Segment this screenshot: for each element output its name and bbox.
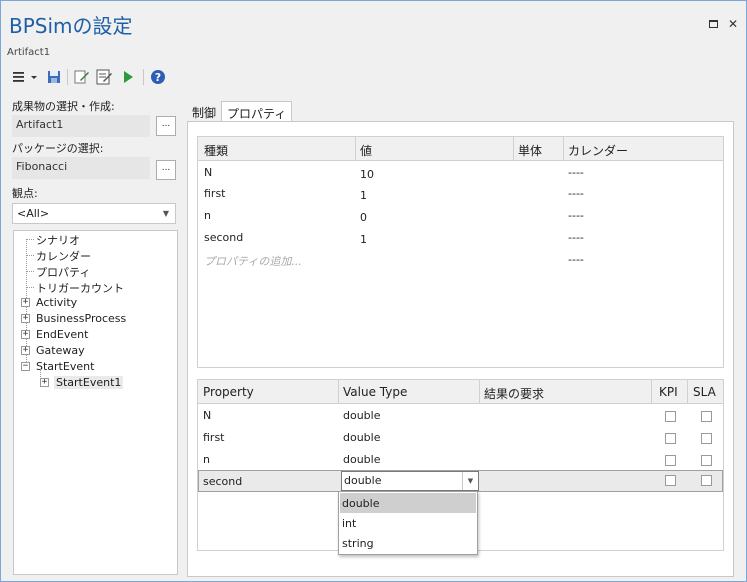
kpi-checkbox[interactable] — [665, 455, 676, 466]
row-property: N — [203, 409, 212, 422]
menu-icon[interactable] — [11, 67, 41, 87]
column-unit[interactable]: 単体 — [518, 142, 542, 159]
tree-item-business-process[interactable]: BusinessProcess — [36, 312, 126, 325]
element-tree[interactable]: シナリオ カレンダー プロパティ トリガーカウント + Activity + B… — [13, 230, 178, 575]
expand-icon[interactable]: + — [40, 378, 49, 387]
column-property[interactable]: Property — [203, 385, 254, 399]
tree-item-gateway[interactable]: Gateway — [36, 344, 85, 357]
column-sla[interactable]: SLA — [693, 385, 716, 399]
row-value[interactable]: 1 — [360, 233, 367, 246]
column-value-type[interactable]: Value Type — [343, 385, 407, 399]
kpi-checkbox[interactable] — [665, 411, 676, 422]
row-type: first — [204, 187, 226, 200]
window-title: BPSimの設定 — [9, 14, 133, 38]
column-kpi[interactable]: KPI — [659, 385, 678, 399]
row-property: n — [203, 453, 210, 466]
expand-icon[interactable]: + — [21, 346, 30, 355]
dropdown-option-string[interactable]: string — [340, 533, 476, 553]
column-type[interactable]: 種類 — [204, 142, 228, 159]
sla-checkbox[interactable] — [701, 411, 712, 422]
window-subtitle: Artifact1 — [7, 47, 51, 58]
sla-checkbox[interactable] — [701, 455, 712, 466]
maximize-icon[interactable] — [706, 18, 720, 32]
tree-item-scenario[interactable]: シナリオ — [36, 232, 80, 248]
viewpoint-value: <All> — [17, 207, 50, 220]
chevron-down-icon[interactable]: ▼ — [462, 472, 478, 490]
tree-item-property[interactable]: プロパティ — [36, 264, 90, 280]
column-result-request[interactable]: 結果の要求 — [484, 385, 544, 402]
row-calendar[interactable]: ---- — [568, 209, 584, 222]
tab-control[interactable]: 制御 — [187, 101, 221, 122]
save-icon[interactable] — [45, 67, 63, 87]
column-calendar[interactable]: カレンダー — [568, 142, 628, 159]
row-value[interactable]: 1 — [360, 189, 367, 202]
tree-item-activity[interactable]: Activity — [36, 296, 77, 309]
edit-icon[interactable] — [73, 67, 91, 87]
dropdown-option-double[interactable]: double — [340, 493, 476, 513]
bpsim-settings-window: BPSimの設定 Artifact1 ✕ ? 成果物の選択・作成: Artifa… — [0, 0, 747, 582]
row-value-type[interactable]: double — [343, 453, 381, 466]
tree-item-start-event[interactable]: StartEvent — [36, 360, 94, 373]
chevron-down-icon: ▼ — [162, 209, 169, 218]
collapse-icon[interactable]: − — [21, 362, 30, 371]
kpi-checkbox[interactable] — [665, 433, 676, 444]
kpi-checkbox[interactable] — [665, 475, 676, 486]
tab-properties[interactable]: プロパティ — [221, 101, 293, 123]
expand-icon[interactable]: + — [21, 330, 30, 339]
row-type: N — [204, 166, 213, 179]
sla-checkbox[interactable] — [701, 433, 712, 444]
tree-item-end-event[interactable]: EndEvent — [36, 328, 88, 341]
tree-item-trigger-count[interactable]: トリガーカウント — [36, 280, 124, 296]
column-value[interactable]: 値 — [360, 142, 372, 159]
tree-item-start-event-1[interactable]: StartEvent1 — [54, 376, 124, 389]
row-calendar[interactable]: ---- — [568, 231, 584, 244]
table-row-selected[interactable]: second double ▼ — [198, 470, 723, 492]
package-label: パッケージの選択: — [12, 142, 104, 155]
edit-doc-icon[interactable] — [95, 67, 113, 87]
row-value[interactable]: 0 — [360, 211, 367, 224]
help-icon[interactable]: ? — [149, 67, 167, 87]
row-property: second — [203, 475, 243, 488]
result-grid-header: Property Value Type 結果の要求 KPI SLA — [198, 380, 723, 404]
row-property: first — [203, 431, 225, 444]
svg-text:?: ? — [155, 71, 161, 84]
properties-grid: 種類 値 単体 カレンダー N 10 ---- first 1 ---- n 0… — [197, 136, 724, 368]
package-browse-button[interactable]: ... — [156, 160, 176, 180]
add-property-placeholder[interactable]: プロパティの追加... — [204, 253, 302, 269]
value-type-dropdown[interactable]: double int string — [338, 491, 478, 555]
row-value-type[interactable]: double — [343, 409, 381, 422]
viewpoint-select[interactable]: <All> ▼ — [12, 203, 176, 224]
close-icon[interactable]: ✕ — [726, 18, 740, 32]
add-property-calendar: ---- — [568, 253, 584, 266]
expand-icon[interactable]: + — [21, 314, 30, 323]
row-value-type[interactable]: double — [343, 431, 381, 444]
artifact-label: 成果物の選択・作成: — [12, 100, 115, 113]
artifact-browse-button[interactable]: ... — [156, 116, 176, 136]
dropdown-option-int[interactable]: int — [340, 513, 476, 533]
sla-checkbox[interactable] — [701, 475, 712, 486]
row-calendar[interactable]: ---- — [568, 187, 584, 200]
artifact-field[interactable]: Artifact1 — [12, 115, 150, 137]
row-type: n — [204, 209, 211, 222]
run-icon[interactable] — [119, 67, 137, 87]
row-value[interactable]: 10 — [360, 168, 374, 181]
row-calendar[interactable]: ---- — [568, 166, 584, 179]
properties-grid-header: 種類 値 単体 カレンダー — [198, 137, 723, 161]
package-field[interactable]: Fibonacci — [12, 157, 150, 179]
value-type-editor[interactable]: double ▼ — [341, 471, 479, 491]
viewpoint-label: 観点: — [12, 187, 38, 200]
value-type-editor-text: double — [344, 474, 382, 487]
row-type: second — [204, 231, 244, 244]
tree-item-calendar[interactable]: カレンダー — [36, 248, 91, 264]
expand-icon[interactable]: + — [21, 298, 30, 307]
